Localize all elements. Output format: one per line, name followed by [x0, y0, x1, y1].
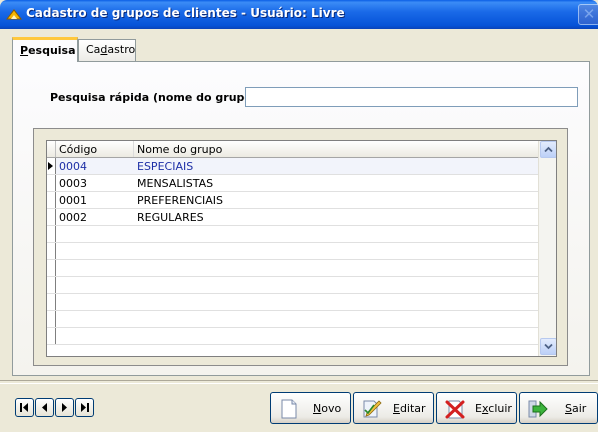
bottom-separator	[0, 380, 598, 384]
novo-hotkey: N	[313, 402, 322, 415]
column-divider[interactable]	[133, 141, 134, 157]
cell-codigo: 0001	[59, 194, 87, 207]
novo-label: ovo	[321, 402, 342, 415]
empty-row	[47, 243, 538, 260]
table-row[interactable]: 0003 MENSALISTAS	[47, 175, 538, 192]
empty-row	[47, 260, 538, 277]
empty-row	[47, 311, 538, 328]
tab-pesquisa[interactable]: Pesquisa	[12, 37, 78, 62]
cell-codigo: 0003	[59, 177, 87, 190]
tab-cadastro[interactable]: Cadastro	[78, 39, 136, 61]
sair-button[interactable]: Sair	[519, 392, 598, 424]
cell-codigo: 0002	[59, 211, 87, 224]
grid-frame: Código Nome do grupo 0004 ESPECIAIS 0003…	[33, 128, 568, 366]
row-indicator	[47, 158, 56, 174]
editar-hotkey: E	[393, 402, 400, 415]
table-row[interactable]: 0002 REGULARES	[47, 209, 538, 226]
next-record-button[interactable]	[55, 398, 74, 417]
excluir-label-end: cluir	[488, 402, 512, 415]
title-bar[interactable]: Cadastro de grupos de clientes - Usuário…	[0, 0, 598, 29]
row-indicator	[47, 226, 56, 242]
scroll-up-button[interactable]	[540, 141, 556, 158]
first-record-button[interactable]	[15, 398, 34, 417]
header-indicator-cell	[47, 141, 56, 157]
new-document-icon	[281, 399, 297, 419]
close-button[interactable]: ✕	[578, 4, 598, 25]
table-row[interactable]: 0004 ESPECIAIS	[47, 158, 538, 175]
next-icon	[62, 403, 67, 412]
tab-pesquisa-label: esquisa	[28, 44, 76, 57]
row-indicator	[47, 277, 56, 293]
delete-icon	[445, 400, 465, 419]
column-header-codigo[interactable]: Código	[59, 143, 97, 156]
prior-record-button[interactable]	[35, 398, 54, 417]
tab-cadastro-label-start: Ca	[86, 43, 101, 56]
row-indicator	[47, 294, 56, 310]
prior-icon	[42, 403, 47, 412]
tab-cadastro-label-end: astro	[107, 43, 136, 56]
first-icon	[20, 403, 28, 412]
cell-nome: ESPECIAIS	[137, 160, 194, 173]
grid-header: Código Nome do grupo	[47, 141, 538, 158]
search-input[interactable]	[245, 87, 578, 107]
empty-row	[47, 226, 538, 243]
groups-grid[interactable]: Código Nome do grupo 0004 ESPECIAIS 0003…	[46, 140, 557, 357]
row-indicator	[47, 328, 56, 344]
chevron-down-icon	[544, 343, 553, 350]
cell-nome: MENSALISTAS	[137, 177, 214, 190]
close-icon: ✕	[582, 5, 596, 23]
empty-row	[47, 294, 538, 311]
editar-button[interactable]: Editar	[353, 392, 434, 424]
row-indicator	[47, 209, 56, 225]
search-label: Pesquisa rápida (nome do grupo)	[50, 91, 257, 104]
row-indicator	[47, 192, 56, 208]
current-row-pointer-icon	[48, 162, 53, 170]
exit-arrow-icon	[528, 400, 548, 418]
app-window: Cadastro de grupos de clientes - Usuário…	[0, 0, 598, 432]
last-icon	[81, 403, 89, 412]
row-indicator	[47, 260, 56, 276]
tab-pesquisa-hotkey: P	[20, 44, 29, 57]
sair-label: air	[571, 402, 587, 415]
app-icon	[6, 9, 22, 20]
vertical-scrollbar[interactable]	[538, 141, 556, 356]
row-indicator	[47, 311, 56, 327]
row-indicator	[47, 243, 56, 259]
row-indicator	[47, 175, 56, 191]
cell-nome: PREFERENCIAIS	[137, 194, 224, 207]
excluir-button[interactable]: Excluir	[436, 392, 517, 424]
chevron-up-icon	[544, 146, 553, 153]
table-row[interactable]: 0001 PREFERENCIAIS	[47, 192, 538, 209]
window-title: Cadastro de grupos de clientes - Usuário…	[26, 6, 345, 20]
cell-nome: REGULARES	[137, 211, 204, 224]
edit-icon	[363, 400, 382, 418]
tab-panel-pesquisa: Pesquisa rápida (nome do grupo) Código N…	[12, 61, 590, 376]
novo-button[interactable]: Novo	[270, 392, 351, 424]
empty-row	[47, 328, 538, 345]
sair-hotkey: S	[565, 402, 572, 415]
scroll-down-button[interactable]	[540, 338, 556, 355]
excluir-label-start: E	[475, 402, 482, 415]
empty-row	[47, 277, 538, 294]
editar-label: ditar	[399, 402, 426, 415]
last-record-button[interactable]	[75, 398, 94, 417]
column-header-nome[interactable]: Nome do grupo	[137, 143, 222, 156]
cell-codigo: 0004	[59, 160, 87, 173]
